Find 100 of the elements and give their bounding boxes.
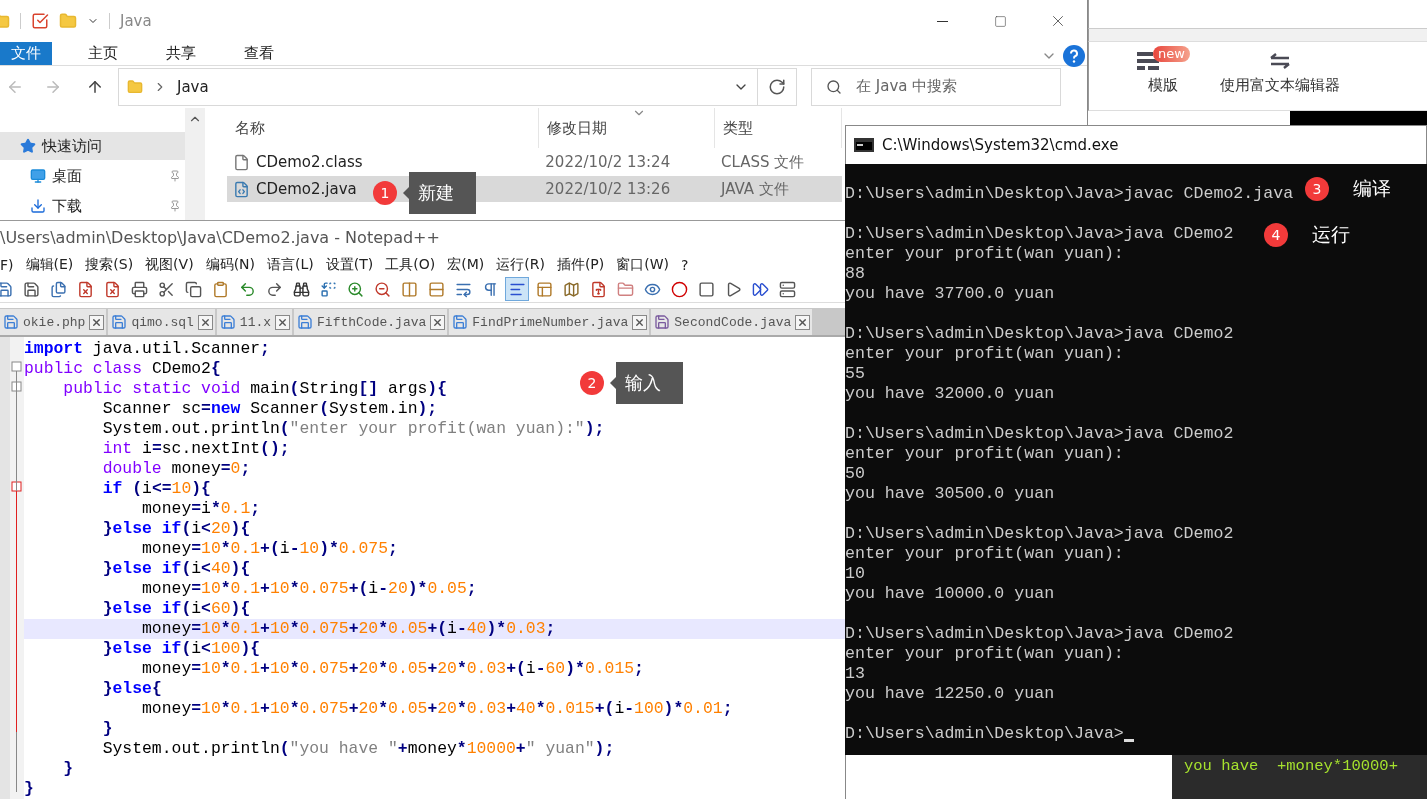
file-date: 2022/10/2 13:24 [544,153,672,171]
close-tab-button[interactable] [430,314,446,330]
nav-item[interactable]: 快速访问 [0,132,185,160]
close-tab-button[interactable] [89,314,105,330]
console-line: you have 10000.0 yuan [845,584,1055,604]
menu-item[interactable]: 插件(P) [556,256,605,275]
ribbon-tab[interactable]: 共享 [148,42,214,65]
file-icon [233,153,250,171]
printer-icon [130,280,148,298]
console-line: you have 32000.0 yuan [845,384,1055,404]
address-bar[interactable]: Java [118,67,758,106]
console-line: 50 [845,464,865,484]
column-header[interactable]: 修改日期 [539,108,715,148]
close-tab-button[interactable] [795,314,811,330]
scrollbar[interactable] [185,108,205,222]
toolbar-button[interactable] [505,277,529,302]
menu-item[interactable]: 语言(L) [267,256,314,275]
checklist-icon[interactable] [31,12,49,30]
console-line: you have 30500.0 yuan [845,484,1055,504]
menu-item[interactable]: 视图(V) [145,256,194,275]
rows-icon [427,280,445,298]
menu-item[interactable]: 工具(O) [385,256,436,275]
maximize-icon [993,14,1007,28]
search-icon [826,78,842,95]
menu-item[interactable]: 搜索(S) [85,256,134,275]
ribbon-tab[interactable]: 主页 [70,42,136,65]
nav-item[interactable]: 桌面 [0,162,185,190]
close-all-icon [103,280,121,298]
console-line: enter your profit(wan yuan): [845,644,1124,664]
close-icon [432,316,444,328]
code-line: public class CDemo2{ [24,359,221,379]
menu-item[interactable]: 设置(T) [325,256,374,275]
file-type: CLASS 文件 [720,152,806,172]
console-line: 88 [845,264,865,284]
map-icon [562,280,580,298]
menu-item[interactable]: ? [681,257,689,274]
file-type: JAVA 文件 [719,179,790,199]
code-line: Scanner sc=new Scanner(System.in); [101,399,438,419]
callout-label: 编译 [1353,176,1391,201]
file-tab[interactable]: FindPrimeNumber.java [449,309,650,335]
new-badge: new [1153,46,1190,62]
code-line: } [24,779,34,799]
file-name: CDemo2.class [256,153,363,171]
monitor-icon [30,168,46,184]
code-line: }else if(i<100){ [101,639,261,659]
menu-item[interactable]: 宏(M) [447,256,485,275]
close-icon [797,316,809,328]
callout-tooltip: 输入 [610,362,683,404]
help-icon[interactable] [1063,45,1085,67]
replace-icon [319,280,337,298]
menu-item[interactable]: 运行(R) [496,256,545,275]
code-line: money=10*0.1+(i-10)*0.075; [141,539,398,559]
nav-item[interactable]: 下载 [0,192,185,220]
files-icon [49,280,67,298]
file-row[interactable]: CDemo2.class 2022/10/2 13:24 CLASS 文件 [227,149,842,175]
console-line: D:\Users\admin\Desktop\Java> [845,724,1124,744]
console-line: enter your profit(wan yuan): [845,344,1124,364]
code-line: System.out.println("enter your profit(wan yuan):"); [101,419,605,439]
search-field[interactable]: 在 Java 中搜索 [811,67,1061,106]
console-line: you have 37700.0 yuan [845,284,1055,304]
close-icon [91,316,103,328]
file-tab[interactable]: okie.php [0,309,107,335]
code-line: double money=0; [101,459,251,479]
menu-item[interactable]: 编码(N) [205,256,256,275]
menu-item[interactable]: 编辑(E) [25,256,74,275]
console-line: enter your profit(wan yuan): [845,444,1124,464]
close-tab-button[interactable] [275,314,291,330]
code-line: }else if(i<40){ [101,559,251,579]
close-tab-button[interactable] [632,314,648,330]
column-header[interactable]: 类型 [715,108,842,148]
console-line: 13 [845,664,865,684]
pin-icon[interactable] [169,170,181,182]
file-tab[interactable]: FifthCode.java [294,309,448,335]
ribbon-tab[interactable]: 文件 [0,42,52,65]
window-title: \Users\admin\Desktop\Java\CDemo2.java - Notepad++ [0,220,845,255]
column-header[interactable]: 名称 [227,108,540,148]
save-all-icon [22,280,40,298]
file-tab[interactable]: qimo.sql [108,309,215,335]
refresh-icon [768,77,786,96]
file-tab[interactable]: SecondCode.java [651,309,813,335]
toolbar-button[interactable]: 使用富文本编辑器 [1219,50,1340,95]
window-title: Java [120,12,152,30]
download-icon [30,198,46,214]
refresh-button[interactable] [757,67,797,106]
console-line: D:\Users\admin\Desktop\Java>java CDemo2 [845,324,1234,344]
code-line: int i=sc.nextInt(); [101,439,290,459]
file-tab[interactable]: 11.x [216,309,293,335]
code-line: }else if(i<60){ [101,599,251,619]
server-icon [778,280,796,298]
close-tab-button[interactable] [197,314,213,330]
star-icon [20,138,36,154]
pin-icon[interactable] [169,200,181,212]
callout-tooltip: 新建 [403,172,476,214]
save-icon [0,280,13,298]
menu-item[interactable]: F) [0,257,14,274]
ribbon-tab[interactable]: 查看 [226,42,292,65]
scissors-icon [157,280,175,298]
console-line: D:\Users\admin\Desktop\Java>java CDemo2 [845,524,1234,544]
console-line: enter your profit(wan yuan): [845,544,1124,564]
menu-item[interactable]: 窗口(W) [616,256,670,275]
